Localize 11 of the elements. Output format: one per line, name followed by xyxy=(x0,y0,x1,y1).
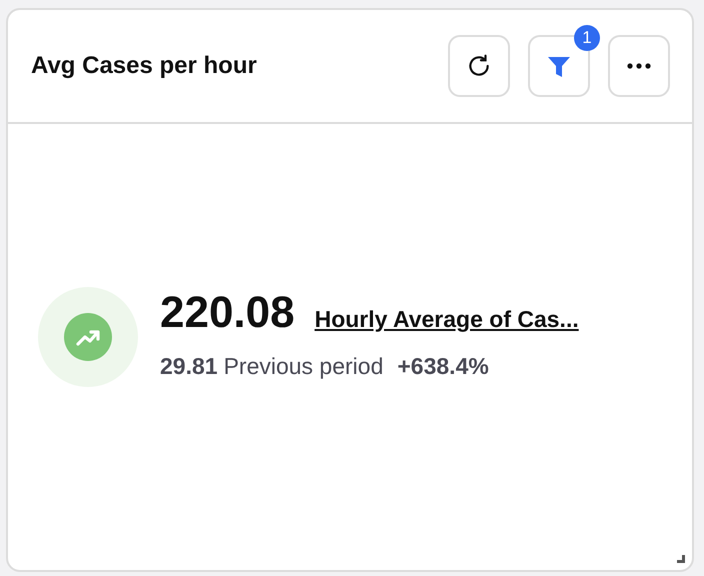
count-badge: 1 xyxy=(574,25,600,51)
card-title: Avg Cases per hour xyxy=(31,51,258,81)
metric-label-link[interactable]: Hourly Average of Cas... xyxy=(314,302,579,336)
trend-up-icon xyxy=(64,313,112,361)
resize-handle-icon[interactable] xyxy=(677,555,685,563)
metric-value: 220.08 xyxy=(160,291,295,335)
change-percent: +638.4% xyxy=(397,352,489,380)
previous-label: Previous period xyxy=(224,352,384,381)
more-icon xyxy=(627,63,651,69)
previous-value: 29.81 xyxy=(160,352,218,380)
refresh-button[interactable] xyxy=(448,35,510,97)
